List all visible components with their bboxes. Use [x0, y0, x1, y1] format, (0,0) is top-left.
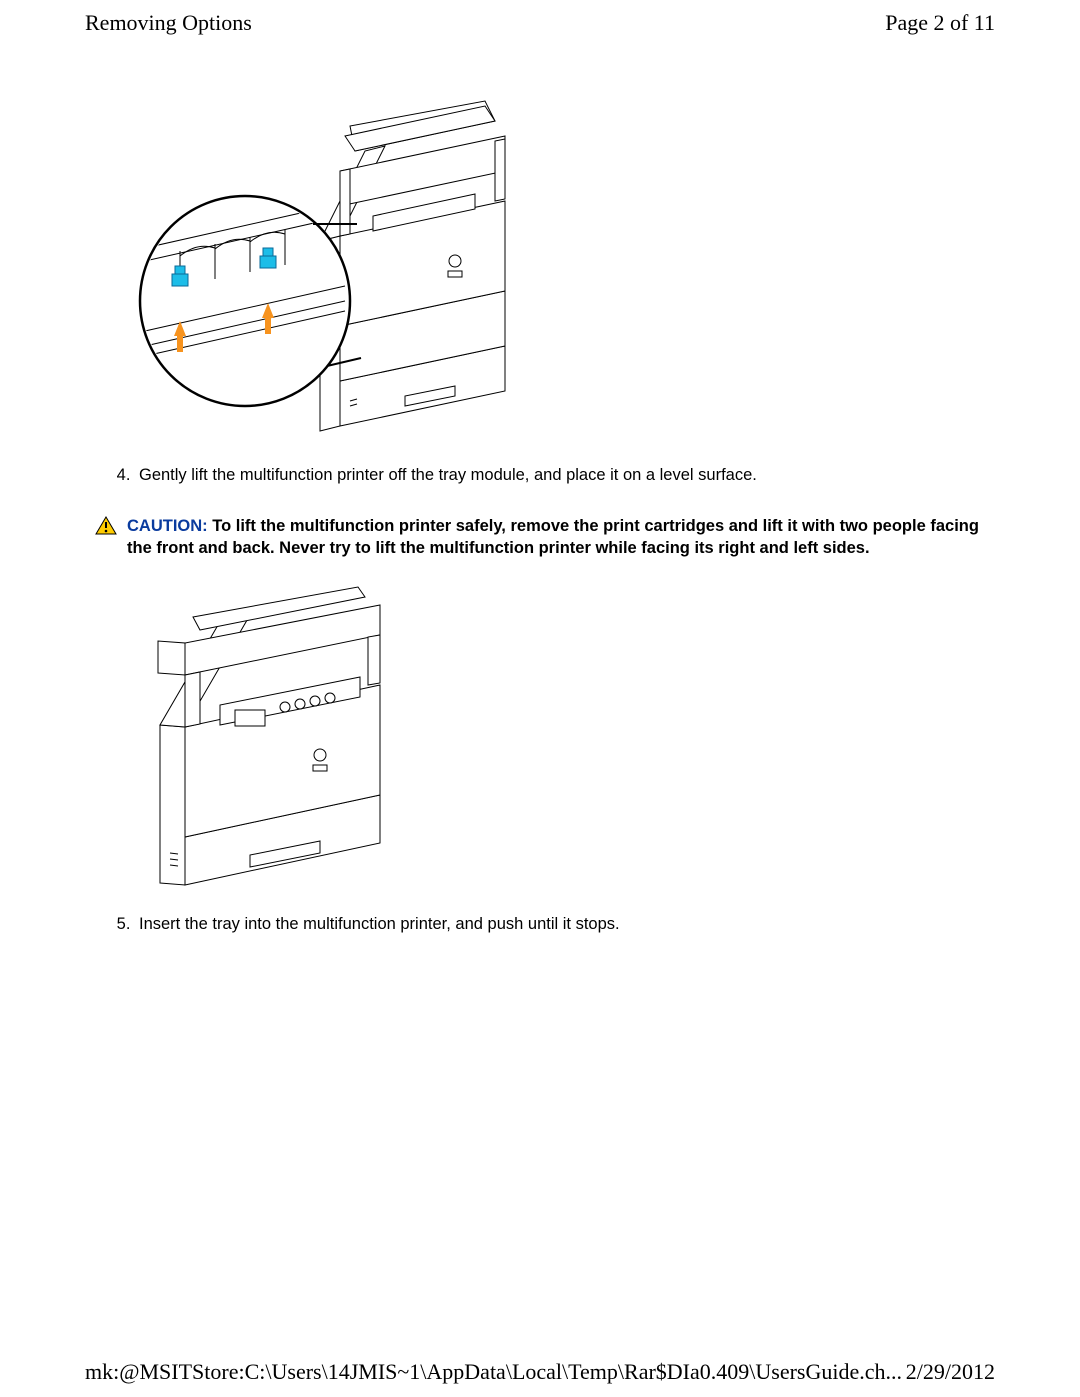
step-item: Gently lift the multifunction printer of… [135, 466, 985, 485]
printer-standalone-illustration [130, 585, 400, 895]
header-page-number: Page 2 of 11 [885, 10, 995, 36]
caution-text: CAUTION: To lift the multifunction print… [127, 515, 985, 560]
page-content: Gently lift the multifunction printer of… [0, 36, 1080, 934]
caution-block: CAUTION: To lift the multifunction print… [95, 515, 985, 560]
caution-body: To lift the multifunction printer safely… [127, 517, 979, 557]
printer-with-tray-illustration [125, 86, 535, 446]
footer-date: 2/29/2012 [906, 1359, 995, 1385]
caution-label: CAUTION: [127, 517, 208, 535]
header-title: Removing Options [85, 10, 252, 36]
footer-path: mk:@MSITStore:C:\Users\14JMIS~1\AppData\… [85, 1359, 902, 1385]
step-list: Gently lift the multifunction printer of… [95, 466, 985, 485]
warning-icon [95, 516, 117, 536]
step-list-2: Insert the tray into the multifunction p… [95, 915, 985, 934]
page-header: Removing Options Page 2 of 11 [0, 0, 1080, 36]
page-footer: mk:@MSITStore:C:\Users\14JMIS~1\AppData\… [85, 1359, 995, 1385]
step-item: Insert the tray into the multifunction p… [135, 915, 985, 934]
